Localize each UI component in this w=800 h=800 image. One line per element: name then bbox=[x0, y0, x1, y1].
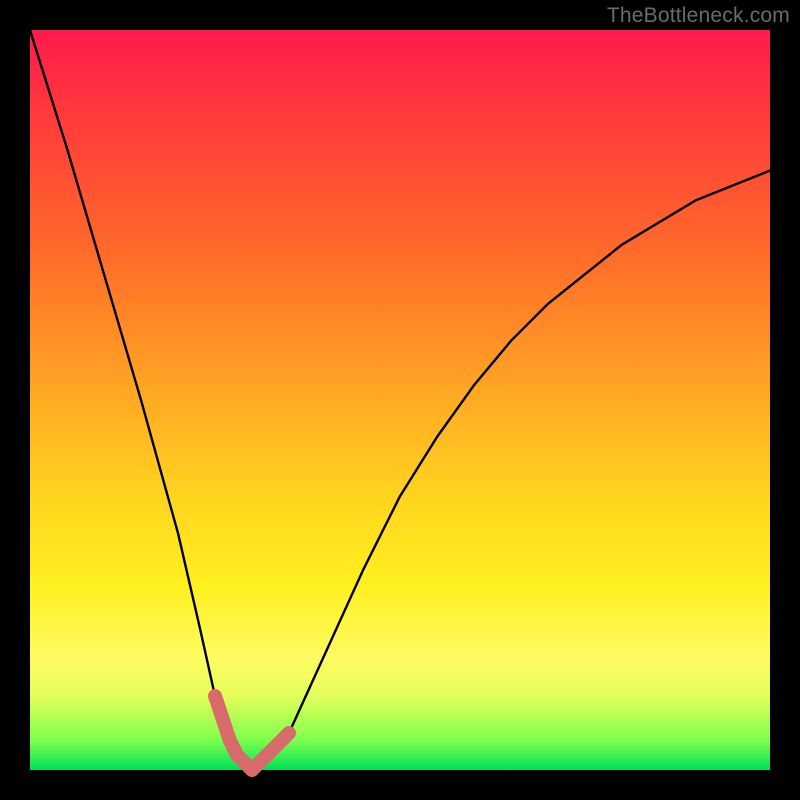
chart-frame: TheBottleneck.com bbox=[0, 0, 800, 800]
bottleneck-curve bbox=[30, 30, 770, 770]
watermark-text: TheBottleneck.com bbox=[607, 4, 790, 28]
curve-layer bbox=[30, 30, 770, 770]
highlight-segment bbox=[215, 696, 289, 770]
plot-area bbox=[30, 30, 770, 770]
